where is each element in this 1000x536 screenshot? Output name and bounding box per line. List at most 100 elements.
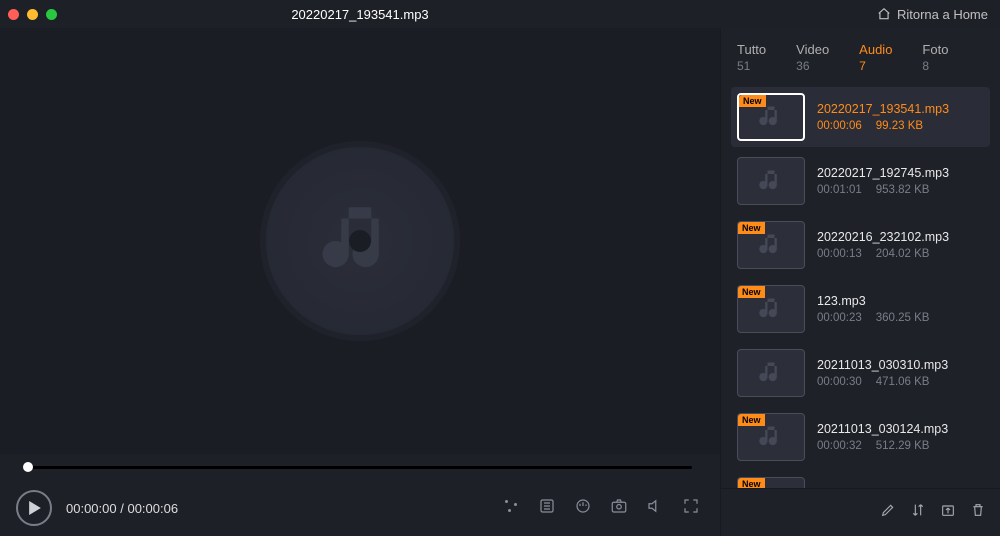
sort-button[interactable] xyxy=(910,502,926,523)
file-sub: 00:01:01 953.82 KB xyxy=(817,184,949,196)
file-meta xyxy=(817,477,831,488)
file-list[interactable]: New20220217_193541.mp300:00:0699.23 KB20… xyxy=(721,81,1000,488)
file-thumbnail xyxy=(737,157,805,205)
screenshot-button[interactable] xyxy=(610,497,628,520)
new-badge: New xyxy=(738,222,765,234)
tab-label: Video xyxy=(796,42,829,57)
tab-foto[interactable]: Foto 8 xyxy=(922,42,948,73)
file-size: 360.25 KB xyxy=(876,312,930,324)
tab-count: 8 xyxy=(922,59,948,73)
share-icon xyxy=(502,497,520,515)
tab-count: 7 xyxy=(859,59,892,73)
file-size: 204.02 KB xyxy=(876,248,930,260)
file-name: 20220217_192745.mp3 xyxy=(817,166,949,180)
player-viewport xyxy=(0,28,720,454)
return-home-button[interactable]: Ritorna a Home xyxy=(877,0,988,28)
file-size: 953.82 KB xyxy=(876,184,930,196)
export-icon xyxy=(940,502,956,518)
tab-label: Tutto xyxy=(737,42,766,57)
file-item[interactable]: 20211013_030310.mp3 00:00:30471.06 KB xyxy=(731,343,990,403)
window-title: 20220217_193541.mp3 xyxy=(0,7,720,22)
file-item[interactable]: New 20220216_232102.mp3 00:00:13 204.02 KB xyxy=(731,215,990,275)
side-panel: Tutto 51 Video 36 Audio 7 Foto 8 New 20220217_19… xyxy=(720,28,1000,536)
tab-count: 51 xyxy=(737,59,766,73)
file-meta: 20211013_030310.mp3 00:00:30471.06 KB xyxy=(817,349,948,397)
file-item[interactable]: New 20220217_193541.mp3 00:00:06 99.23 KB xyxy=(731,87,990,147)
tab-audio[interactable]: Audio 7 xyxy=(859,42,892,73)
file-name: 20211013_030124.mp3 xyxy=(817,422,948,436)
fullscreen-button[interactable] xyxy=(682,497,700,520)
file-duration: 00:01:01 xyxy=(817,184,862,196)
new-badge: New xyxy=(738,414,765,426)
volume-button[interactable] xyxy=(646,497,664,520)
file-item[interactable]: New 123.mp3 00:00:23 360.25 KB xyxy=(731,279,990,339)
tab-label: Audio xyxy=(859,42,892,57)
share-button[interactable] xyxy=(502,497,520,520)
camera-icon xyxy=(610,497,628,515)
new-badge: New xyxy=(738,286,765,298)
home-icon xyxy=(877,7,891,21)
tab-label: Foto xyxy=(922,42,948,57)
file-thumbnail: New xyxy=(737,477,805,488)
file-thumbnail: New xyxy=(737,413,805,461)
pencil-icon xyxy=(880,502,896,518)
file-thumbnail: New xyxy=(737,93,805,141)
file-sub: 00:00:06 99.23 KB xyxy=(817,120,949,132)
file-meta: 20220216_232102.mp3 00:00:13 204.02 KB xyxy=(817,221,949,269)
volume-icon xyxy=(646,497,664,515)
file-item[interactable]: New 20211013_030124.mp3 00:00:32 512.29 KB xyxy=(731,407,990,467)
progress-bar[interactable] xyxy=(0,454,720,480)
return-home-label: Ritorna a Home xyxy=(897,7,988,22)
file-meta: 123.mp3 00:00:23 360.25 KB xyxy=(817,285,929,333)
file-duration: 00:00:23 xyxy=(817,312,862,324)
file-meta: 20211013_030124.mp3 00:00:32 512.29 KB xyxy=(817,413,948,461)
play-button[interactable] xyxy=(16,490,52,526)
file-item[interactable]: 20220217_192745.mp3 00:01:01 953.82 KB xyxy=(731,151,990,211)
side-actions xyxy=(721,488,1000,536)
file-thumbnail: New xyxy=(737,285,805,333)
file-meta: 20220217_193541.mp3 00:00:06 99.23 KB xyxy=(817,93,949,141)
equalizer-icon xyxy=(574,497,592,515)
tab-count: 36 xyxy=(796,59,829,73)
player-pane: 00:00:00 / 00:00:06 xyxy=(0,28,720,536)
file-duration: 00:00:13 xyxy=(817,248,862,260)
sort-icon xyxy=(910,502,926,518)
export-button[interactable] xyxy=(940,502,956,523)
delete-button[interactable] xyxy=(970,502,986,523)
progress-track[interactable] xyxy=(28,466,692,469)
file-size: 512.29 KB xyxy=(876,440,930,452)
equalizer-button[interactable] xyxy=(574,497,592,520)
edit-button[interactable] xyxy=(880,502,896,523)
tab-tutto[interactable]: Tutto 51 xyxy=(737,42,766,73)
current-time: 00:00:00 xyxy=(66,501,117,516)
file-thumbnail xyxy=(737,349,805,397)
album-art-placeholder xyxy=(260,141,460,341)
info-button[interactable] xyxy=(538,497,556,520)
progress-thumb[interactable] xyxy=(23,462,33,472)
play-icon xyxy=(29,501,41,515)
info-icon xyxy=(538,497,556,515)
fullscreen-icon xyxy=(682,497,700,515)
titlebar: 20220217_193541.mp3 Ritorna a Home xyxy=(0,0,1000,28)
file-duration: 00:00:06 xyxy=(817,120,862,132)
file-sub: 00:00:32 512.29 KB xyxy=(817,440,948,452)
file-size: 471.06 KB xyxy=(876,376,930,388)
file-sub: 00:00:13 204.02 KB xyxy=(817,248,949,260)
file-name: 123.mp3 xyxy=(817,294,929,308)
file-name: 20220217_193541.mp3 xyxy=(817,102,949,116)
tab-video[interactable]: Video 36 xyxy=(796,42,829,73)
file-name: 20220216_232102.mp3 xyxy=(817,230,949,244)
playback-time: 00:00:00 / 00:00:06 xyxy=(66,501,178,516)
file-meta: 20220217_192745.mp3 00:01:01 953.82 KB xyxy=(817,157,949,205)
new-badge: New xyxy=(738,478,765,488)
file-thumbnail: New xyxy=(737,221,805,269)
file-size: 99.23 KB xyxy=(876,120,923,132)
file-duration: 00:00:32 xyxy=(817,440,862,452)
file-sub: 00:00:30471.06 KB xyxy=(817,376,948,388)
total-time: 00:00:06 xyxy=(127,501,178,516)
player-controls: 00:00:00 / 00:00:06 xyxy=(0,480,720,536)
file-name: 20211013_030310.mp3 xyxy=(817,358,948,372)
filter-tabs: Tutto 51 Video 36 Audio 7 Foto 8 xyxy=(721,28,1000,81)
new-badge: New xyxy=(739,95,766,107)
file-item[interactable]: New xyxy=(731,471,990,488)
